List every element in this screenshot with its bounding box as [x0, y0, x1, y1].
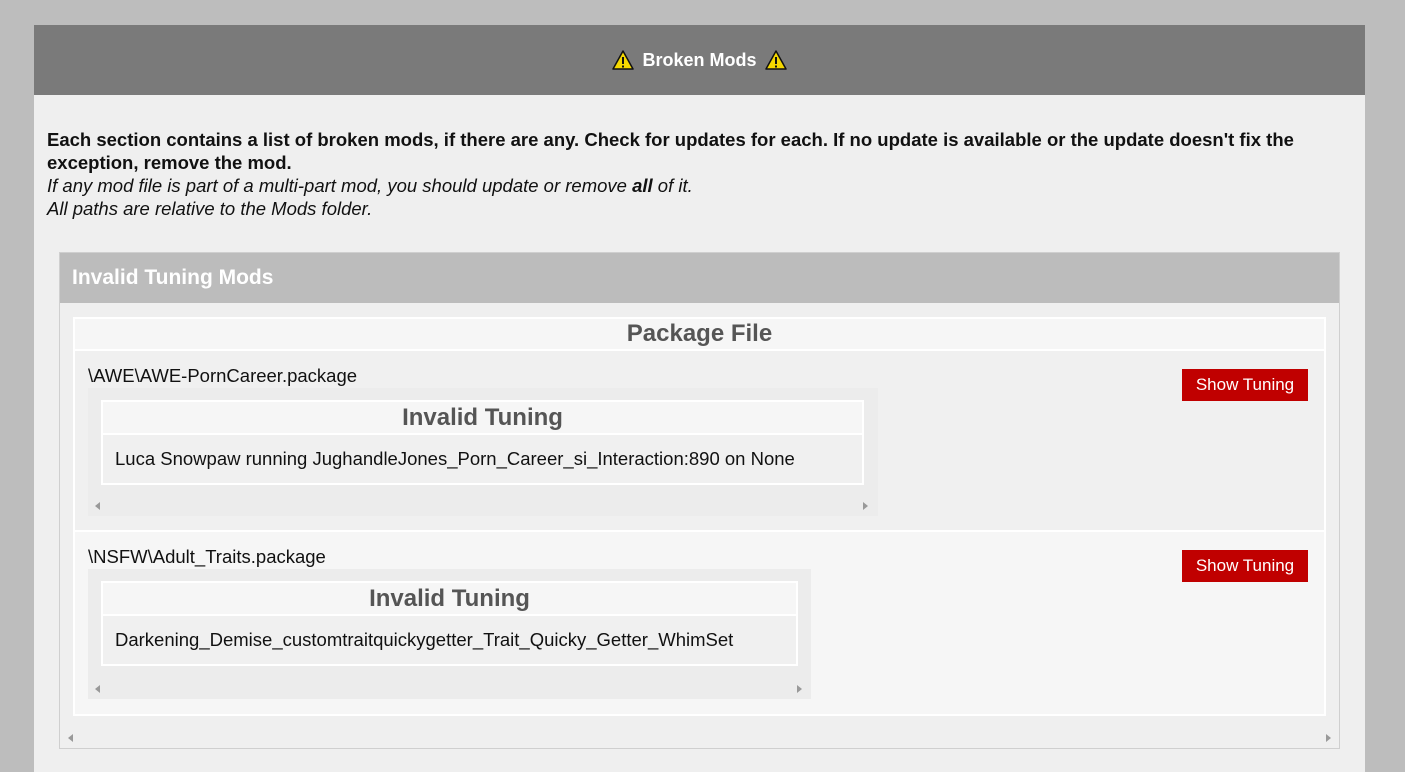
invalid-tuning-table: Invalid Tuning Darkening_Demise_customtr…: [101, 581, 798, 666]
scroll-left-arrow-icon[interactable]: [95, 502, 100, 510]
invalid-tuning-value: Luca Snowpaw running JughandleJones_Porn…: [103, 435, 862, 483]
show-tuning-button[interactable]: Show Tuning: [1182, 550, 1308, 582]
package-path: \NSFW\Adult_Traits.package: [88, 546, 326, 567]
intro-multipart-note: If any mod file is part of a multi-part …: [47, 174, 1352, 197]
warning-triangle-icon: [764, 50, 787, 70]
scroll-right-arrow-icon[interactable]: [1326, 734, 1331, 742]
section-title: Invalid Tuning Mods: [60, 253, 1339, 303]
table-row: \AWE\AWE-PornCareer.package Show Tuning …: [75, 351, 1324, 532]
intro-text: Each section contains a list of broken m…: [34, 128, 1365, 220]
main-page: Broken Mods Each section contains a list…: [34, 25, 1365, 772]
package-file-table: Package File \AWE\AWE-PornCareer.package…: [73, 317, 1326, 716]
invalid-tuning-header: Invalid Tuning: [103, 402, 862, 435]
scroll-right-arrow-icon[interactable]: [797, 685, 802, 693]
invalid-tuning-table: Invalid Tuning Luca Snowpaw running Jugh…: [101, 400, 864, 485]
intro-note-part: If any mod file is part of a multi-part …: [47, 175, 633, 196]
show-tuning-button[interactable]: Show Tuning: [1182, 369, 1308, 401]
tuning-scroll-area[interactable]: Invalid Tuning Darkening_Demise_customtr…: [88, 569, 811, 699]
intro-paths-note: All paths are relative to the Mods folde…: [47, 198, 373, 219]
invalid-tuning-header: Invalid Tuning: [103, 583, 796, 616]
invalid-tuning-value: Darkening_Demise_customtraitquickygetter…: [103, 616, 796, 664]
page-title-bar: Broken Mods: [34, 25, 1365, 95]
intro-instructions: Each section contains a list of broken m…: [47, 129, 1294, 173]
invalid-tuning-section: Invalid Tuning Mods Package File \AWE\AW…: [59, 252, 1340, 749]
intro-note-emphasis: all: [632, 175, 653, 196]
intro-note-part: of it.: [652, 175, 693, 196]
tuning-scroll-area[interactable]: Invalid Tuning Luca Snowpaw running Jugh…: [88, 388, 878, 516]
table-row: \NSFW\Adult_Traits.package Show Tuning I…: [75, 532, 1324, 714]
scroll-left-arrow-icon[interactable]: [95, 685, 100, 693]
column-header-package-file: Package File: [75, 319, 1324, 351]
page-title: Broken Mods: [642, 49, 757, 70]
scroll-right-arrow-icon[interactable]: [863, 502, 868, 510]
package-path: \AWE\AWE-PornCareer.package: [88, 365, 358, 386]
warning-triangle-icon: [612, 50, 635, 70]
scroll-left-arrow-icon[interactable]: [68, 734, 73, 742]
